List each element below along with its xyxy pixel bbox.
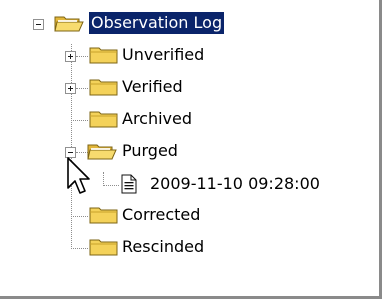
tree-connector xyxy=(71,216,88,218)
folder-open-icon xyxy=(54,16,84,32)
tree-node-purged-entry[interactable]: 2009-11-10 09:28:00 xyxy=(148,173,322,195)
tree-node-archived[interactable]: Archived xyxy=(120,108,194,130)
tree-connector xyxy=(71,120,88,122)
tree-connector xyxy=(76,88,88,90)
tree-node-verified[interactable]: Verified xyxy=(120,76,185,98)
tree-view[interactable]: Observation Log Unverified Verified Arch… xyxy=(0,0,382,299)
tree-node-purged[interactable]: Purged xyxy=(120,140,180,162)
tree-node-observation-log[interactable]: Observation Log xyxy=(89,12,225,34)
folder-closed-icon xyxy=(89,207,118,224)
arrow-pointer-icon xyxy=(67,157,90,194)
tree-connector xyxy=(103,172,105,186)
folder-closed-icon xyxy=(89,239,118,256)
tree-connector xyxy=(71,248,88,250)
tree-node-rescinded[interactable]: Rescinded xyxy=(120,236,206,258)
tree-node-unverified[interactable]: Unverified xyxy=(120,44,206,66)
folder-closed-icon xyxy=(89,111,118,128)
expand-toggle-unverified[interactable] xyxy=(65,51,76,62)
folder-closed-icon xyxy=(89,79,118,96)
tree-connector xyxy=(103,185,119,187)
tree-connector xyxy=(76,56,88,58)
folder-closed-icon xyxy=(89,47,118,64)
expand-toggle-verified[interactable] xyxy=(65,83,76,94)
document-icon xyxy=(121,174,137,194)
root-collapse-toggle[interactable] xyxy=(33,19,44,30)
tree-node-corrected[interactable]: Corrected xyxy=(120,204,202,226)
